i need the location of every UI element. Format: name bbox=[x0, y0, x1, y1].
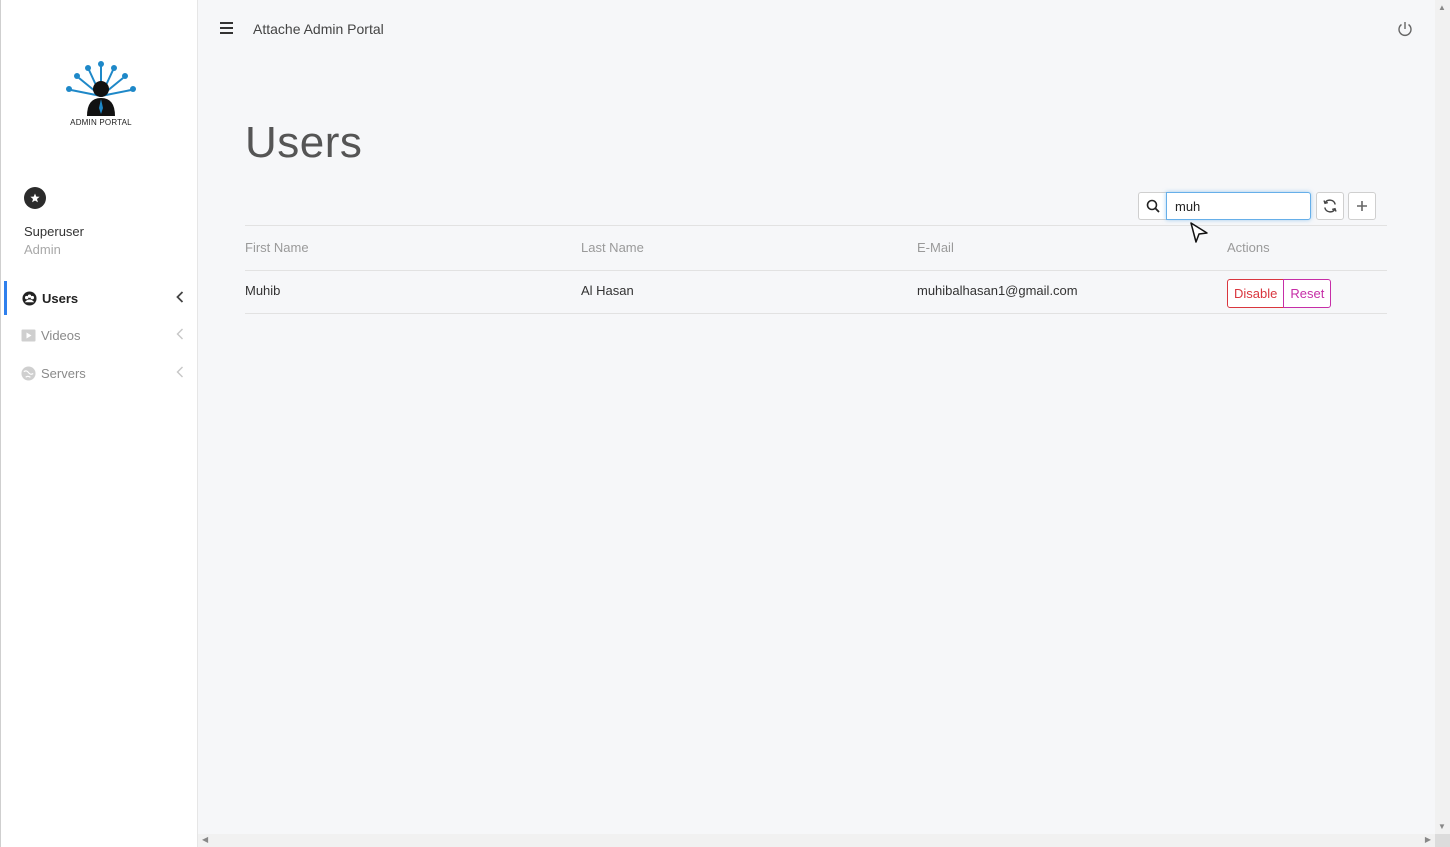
mouse-cursor-icon bbox=[1188, 219, 1210, 245]
user-role: Admin bbox=[24, 242, 61, 257]
hamburger-menu-icon[interactable] bbox=[220, 22, 234, 36]
add-user-button[interactable] bbox=[1348, 192, 1376, 220]
users-table: First Name Last Name E-Mail Actions Muhi… bbox=[245, 225, 1387, 314]
user-name: Superuser bbox=[24, 224, 84, 239]
sidebar-item-label: Users bbox=[42, 290, 79, 306]
sidebar-item-label: Videos bbox=[41, 327, 81, 343]
users-icon bbox=[21, 290, 37, 306]
power-icon[interactable] bbox=[1396, 20, 1414, 38]
table-header: First Name Last Name E-Mail Actions bbox=[245, 226, 1387, 271]
column-header-actions: Actions bbox=[1227, 240, 1270, 255]
chevron-left-icon bbox=[176, 328, 184, 343]
chevron-left-icon bbox=[176, 366, 184, 381]
scroll-left-icon[interactable]: ◀ bbox=[202, 835, 208, 844]
cell-first-name: Muhib bbox=[245, 283, 281, 298]
row-actions: Disable Reset bbox=[1227, 279, 1332, 308]
sidebar-item-users[interactable]: Users bbox=[4, 281, 196, 315]
sidebar-item-label: Servers bbox=[41, 365, 86, 381]
vertical-scrollbar[interactable]: ▲ ▼ bbox=[1435, 0, 1450, 834]
video-icon bbox=[20, 327, 36, 343]
cell-email: muhibalhasan1@gmail.com bbox=[917, 283, 1078, 298]
chevron-left-icon bbox=[176, 290, 184, 306]
page-title: Users bbox=[245, 118, 363, 167]
sidebar: ADMIN PORTAL Superuser Admin Users Video… bbox=[0, 0, 198, 847]
column-header-last-name[interactable]: Last Name bbox=[581, 240, 644, 255]
scroll-down-icon[interactable]: ▼ bbox=[1438, 822, 1446, 831]
disable-button[interactable]: Disable bbox=[1227, 279, 1285, 308]
globe-icon bbox=[20, 365, 36, 381]
column-header-first-name[interactable]: First Name bbox=[245, 240, 309, 255]
app-title: Attache Admin Portal bbox=[253, 21, 384, 37]
scroll-up-icon[interactable]: ▲ bbox=[1438, 3, 1446, 12]
plus-icon bbox=[1357, 201, 1367, 211]
search-input[interactable] bbox=[1166, 192, 1311, 220]
user-avatar-icon bbox=[24, 187, 46, 209]
column-header-email[interactable]: E-Mail bbox=[917, 240, 954, 255]
cell-last-name: Al Hasan bbox=[581, 283, 634, 298]
refresh-button[interactable] bbox=[1316, 192, 1344, 220]
search-group bbox=[1138, 192, 1311, 220]
admin-portal-logo: ADMIN PORTAL bbox=[59, 56, 143, 130]
table-row: Muhib Al Hasan muhibalhasan1@gmail.com D… bbox=[245, 271, 1387, 314]
scrollbar-corner bbox=[1435, 834, 1450, 847]
horizontal-scrollbar[interactable]: ◀ ▶ bbox=[198, 834, 1435, 847]
sidebar-item-videos[interactable]: Videos bbox=[4, 318, 196, 352]
sidebar-item-servers[interactable]: Servers bbox=[4, 356, 196, 390]
logo-text: ADMIN PORTAL bbox=[70, 118, 132, 127]
refresh-icon bbox=[1323, 199, 1337, 213]
scroll-right-icon[interactable]: ▶ bbox=[1425, 835, 1431, 844]
search-icon[interactable] bbox=[1138, 192, 1166, 220]
reset-button[interactable]: Reset bbox=[1283, 279, 1332, 308]
